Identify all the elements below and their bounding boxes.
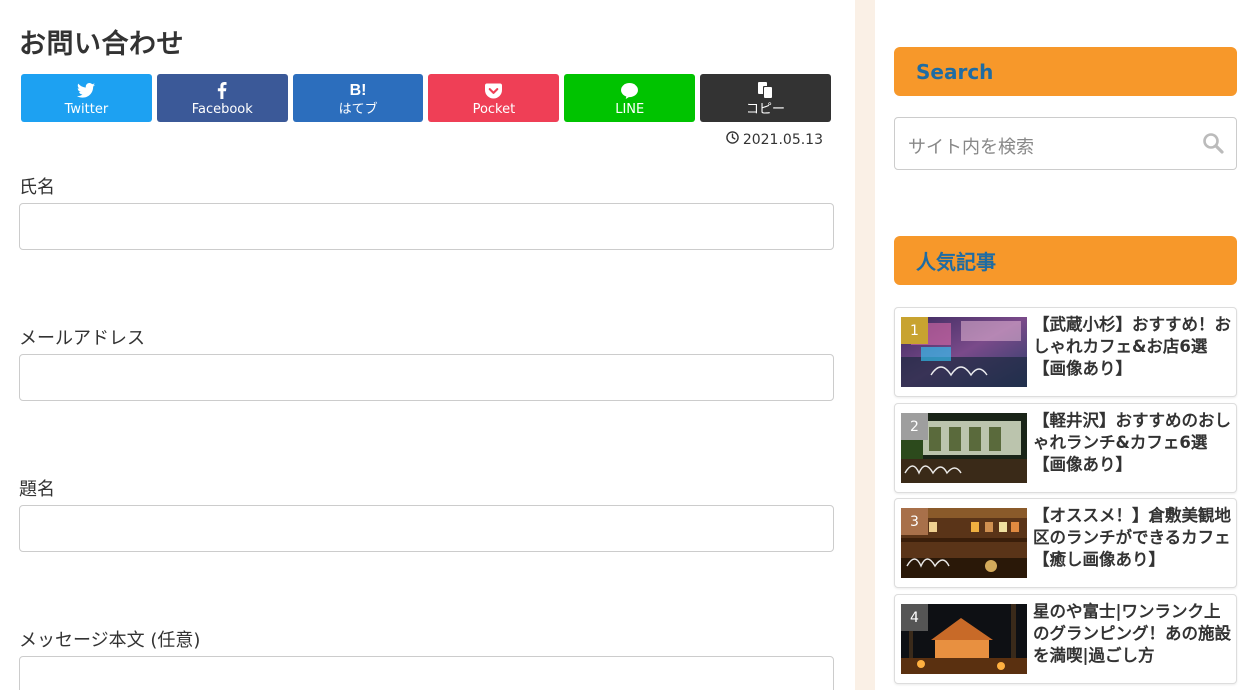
search-placeholder: サイト内を検索 [908,137,1034,158]
line-icon [621,81,639,101]
main-content: お問い合わせ Twitter Facebook B! はてブ Pocket LI… [0,0,855,690]
popular-article-2[interactable]: 2 【軽井沢】おすすめのおしゃれランチ&カフェ6選【画像あり】 [894,403,1237,493]
subject-label: 題名 [19,479,55,500]
pocket-share-button[interactable]: Pocket [428,74,560,122]
facebook-share-button[interactable]: Facebook [156,74,288,122]
search-input[interactable]: サイト内を検索 [894,117,1237,170]
twitter-label: Twitter [64,101,109,117]
name-label: 氏名 [19,177,55,198]
pocket-label: Pocket [472,101,516,117]
facebook-label: Facebook [191,101,253,117]
email-label: メールアドレス [19,328,145,349]
post-date: 2021.05.13 [726,131,823,148]
article-title: 星のや富士|ワンランク上のグランピング！あの施設を満喫|過ごし方 [1033,602,1231,665]
line-share-button[interactable]: LINE [564,74,696,122]
rank-badge: 2 [901,413,928,440]
subject-field[interactable] [19,505,834,552]
rank-badge: 3 [901,508,928,535]
hatena-label: はてブ [338,101,378,117]
copy-button[interactable]: コピー [700,74,831,122]
popular-article-3[interactable]: 3 【オススメ！】倉敷美観地区のランチができるカフェ【癒し画像あり】 [894,498,1237,588]
popular-article-1[interactable]: 1 【武蔵小杉】おすすめ！おしゃれカフェ&お店6選【画像あり】 [894,307,1237,397]
rank-badge: 1 [901,317,928,344]
hatena-share-button[interactable]: B! はてブ [292,74,424,122]
message-field[interactable] [19,656,834,690]
search-heading: Search [894,47,1237,96]
pocket-icon [485,81,503,101]
name-field[interactable] [19,203,834,250]
rank-badge: 4 [901,604,928,631]
article-title: 【オススメ！】倉敷美観地区のランチができるカフェ【癒し画像あり】 [1033,506,1231,569]
article-title: 【武蔵小杉】おすすめ！おしゃれカフェ&お店6選【画像あり】 [1033,315,1231,378]
hatena-icon: B! [349,81,367,99]
clock-icon [726,131,739,148]
share-buttons: Twitter Facebook B! はてブ Pocket LINE コピー [21,74,831,122]
twitter-share-button[interactable]: Twitter [21,74,152,122]
date-text: 2021.05.13 [742,131,823,148]
page-title: お問い合わせ [19,29,184,60]
twitter-icon [77,81,96,101]
popular-heading: 人気記事 [894,236,1237,285]
popular-article-4[interactable]: 4 星のや富士|ワンランク上のグランピング！あの施設を満喫|過ごし方 [894,594,1237,684]
message-label: メッセージ本文 (任意) [19,630,201,651]
line-label: LINE [615,101,645,117]
article-title: 【軽井沢】おすすめのおしゃれランチ&カフェ6選【画像あり】 [1033,411,1231,474]
sidebar: Search サイト内を検索 人気記事 1 【武蔵小杉】おすすめ！おしゃれカフェ… [875,0,1250,690]
copy-icon [758,81,774,101]
copy-label: コピー [746,101,786,117]
email-field[interactable] [19,354,834,401]
facebook-icon [217,81,227,101]
search-icon[interactable] [1202,132,1224,158]
